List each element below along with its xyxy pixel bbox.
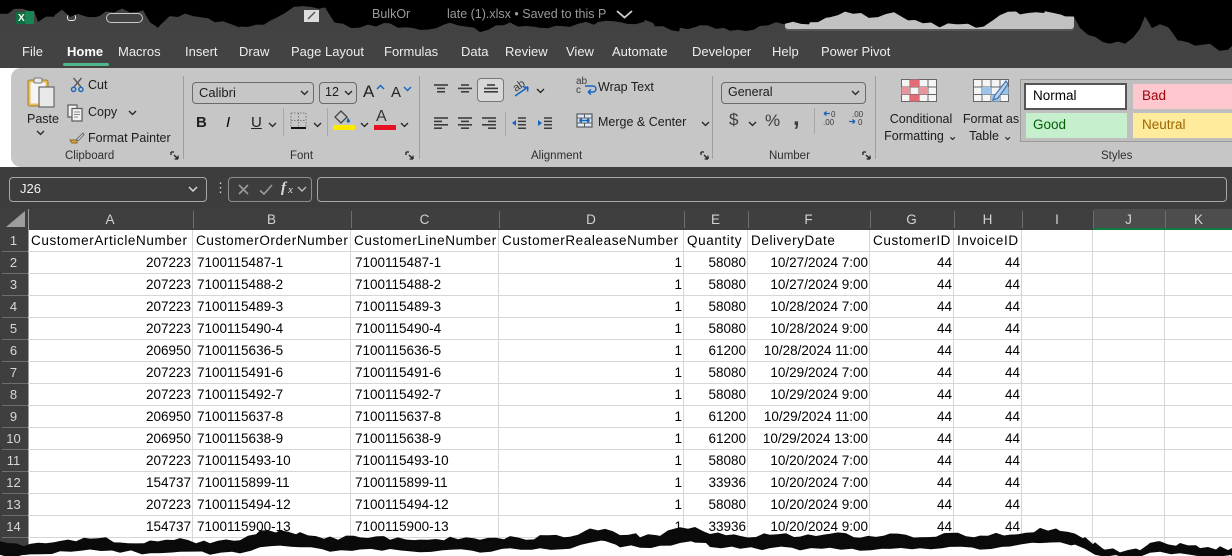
svg-text:BulkOr: BulkOr bbox=[372, 7, 410, 21]
svg-text:0: 0 bbox=[858, 118, 863, 126]
svg-text:.00: .00 bbox=[823, 118, 835, 126]
svg-text:late (1).xlsx • Saved to this: late (1).xlsx • Saved to this P bbox=[447, 7, 606, 21]
